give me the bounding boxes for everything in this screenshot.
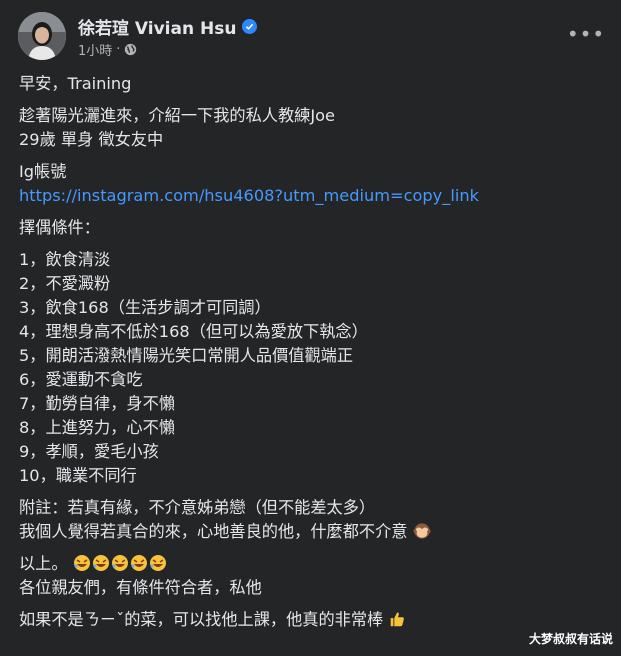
final-paragraph: 如果不是ㄋㄧˇ的菜，可以找他上課，他真的非常棒	[19, 608, 607, 632]
call-text: 各位親友們，有條件符合者，私他	[19, 578, 262, 597]
post-header: 徐若瑄 Vivian Hsu 1小時 · •••	[16, 10, 605, 62]
greeting-paragraph: 早安，Training	[19, 72, 607, 96]
thumbs-up-emoji-icon	[391, 612, 405, 627]
post-timestamp[interactable]: 1小時	[78, 40, 112, 59]
meta-separator: ·	[116, 42, 121, 57]
intro-paragraph: 趁著陽光灑進來，介紹一下我的私人教練Joe 29歲 單身 徵女友中	[19, 104, 607, 152]
final-line: 如果不是ㄋㄧˇ的菜，可以找他上課，他真的非常棒	[19, 608, 607, 632]
instagram-link[interactable]: https://instagram.com/hsu4608?utm_medium…	[19, 184, 607, 208]
note-paragraph: 附註：若真有緣，不介意姊弟戀（但不能差太多） 我個人覺得若真合的來，心地善良的他…	[19, 496, 607, 544]
note-line-with-emoji: 我個人覺得若真合的來，心地善良的他，什麼都不介意	[19, 520, 607, 544]
conditions-list: 1，飲食清淡 2，不愛澱粉 3，飲食168（生活步調才可同調） 4，理想身高不低…	[19, 248, 607, 488]
note-line: 附註：若真有緣，不介意姊弟戀（但不能差太多）	[19, 498, 376, 517]
watermark: 大梦叔叔有话说	[528, 632, 613, 646]
rolling-laughing-emoji-icon	[73, 555, 166, 571]
avatar[interactable]	[18, 12, 66, 60]
post-meta: 1小時 ·	[78, 40, 137, 59]
conditions-title-paragraph: 擇偶條件：	[19, 216, 607, 240]
list-item: 6，愛運動不貪吃	[19, 370, 143, 389]
final-text: 如果不是ㄋㄧˇ的菜，可以找他上課，他真的非常棒	[19, 610, 384, 629]
greeting-text: 早安，Training	[19, 74, 132, 93]
list-item: 5，開朗活潑熱情陽光笑口常開人品價值觀端正	[19, 346, 354, 365]
closing-line: 以上。	[19, 552, 607, 576]
author-name[interactable]: 徐若瑄 Vivian Hsu	[78, 14, 236, 39]
author-line: 徐若瑄 Vivian Hsu	[78, 14, 258, 39]
post-body: 早安，Training 趁著陽光灑進來，介紹一下我的私人教練Joe 29歲 單身…	[19, 72, 607, 640]
closing-text: 以上。	[19, 554, 68, 573]
verified-badge-icon	[242, 19, 258, 34]
closing-paragraph: 以上。 各位親友們，有條件符合者，私他	[19, 552, 607, 600]
list-item: 3，飲食168（生活步調才可同調）	[19, 298, 271, 317]
list-item: 4，理想身高不低於168（但可以為愛放下執念）	[19, 322, 368, 341]
list-item: 7，勤勞自律，身不懶	[19, 394, 175, 413]
list-item: 8，上進努力，心不懶	[19, 418, 175, 437]
list-item: 1，飲食清淡	[19, 250, 111, 269]
list-item: 9，孝順，愛毛小孩	[19, 442, 159, 461]
profile-photo-icon	[18, 12, 66, 60]
see-no-evil-monkey-emoji-icon	[413, 523, 431, 539]
ig-paragraph: Ig帳號 https://instagram.com/hsu4608?utm_m…	[19, 160, 607, 208]
globe-icon	[125, 43, 137, 56]
intro-line: 趁著陽光灑進來，介紹一下我的私人教練Joe	[19, 106, 336, 125]
note-line-text: 我個人覺得若真合的來，心地善良的他，什麼都不介意	[19, 522, 408, 541]
more-options-button[interactable]: •••	[567, 22, 604, 46]
conditions-title: 擇偶條件：	[19, 218, 100, 237]
list-item: 10，職業不同行	[19, 466, 137, 485]
list-item: 2，不愛澱粉	[19, 274, 111, 293]
intro-line: 29歲 單身 徵女友中	[19, 130, 164, 149]
ig-label: Ig帳號	[19, 162, 67, 181]
